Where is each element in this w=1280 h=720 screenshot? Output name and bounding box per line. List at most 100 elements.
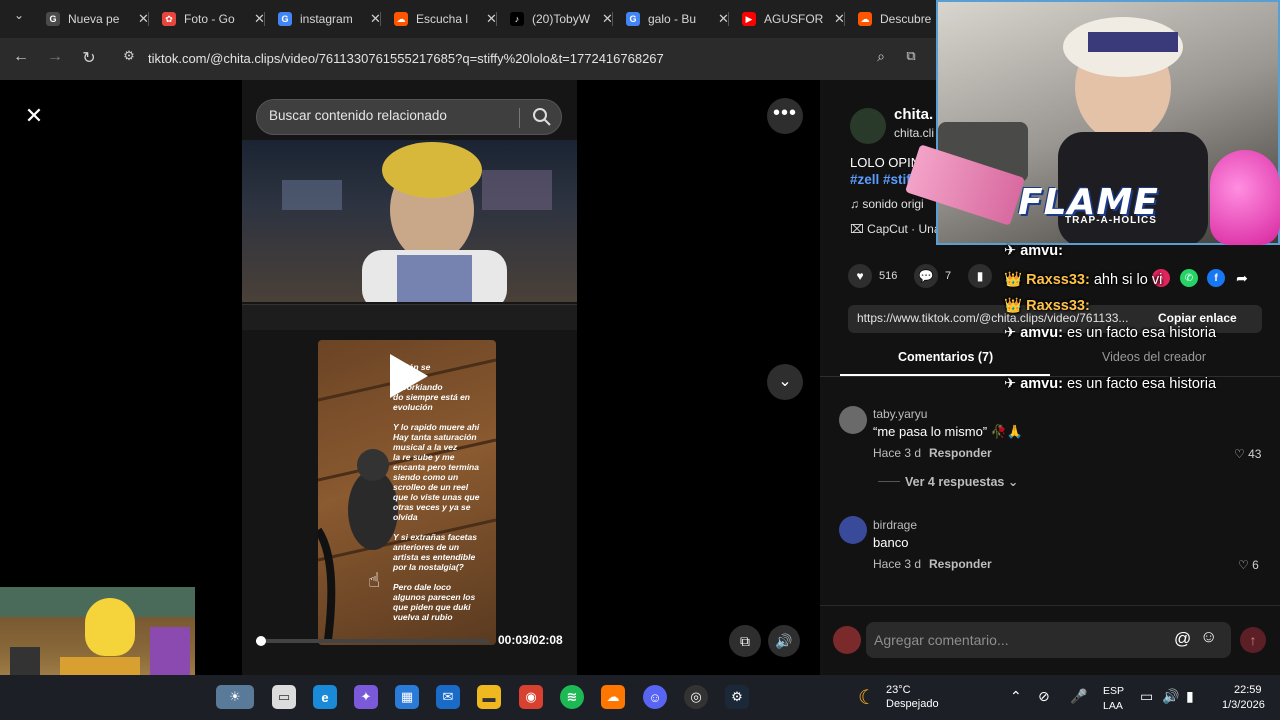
comment-like[interactable]: ♡ 43 — [1234, 447, 1261, 461]
send-comment-icon[interactable]: ↑ — [1240, 627, 1266, 653]
share-link-text[interactable]: https://www.tiktok.com/@chita.clips/vide… — [857, 311, 1137, 325]
soundcloud-icon[interactable]: ☁ — [601, 685, 625, 709]
picture-in-picture-icon[interactable]: ⧉ — [729, 625, 761, 657]
copilot-icon[interactable]: ✦ — [354, 685, 378, 709]
search-icon[interactable] — [531, 106, 553, 128]
install-app-icon[interactable]: ⧉ — [900, 48, 922, 64]
tab-creator-videos[interactable]: Videos del creador — [1102, 350, 1206, 364]
address-bar[interactable]: tiktok.com/@chita.clips/video/7611330761… — [148, 51, 664, 66]
taskbar-date[interactable]: 1/3/2026 — [1222, 699, 1265, 711]
play-button[interactable] — [390, 354, 428, 398]
user-avatar[interactable] — [833, 626, 861, 654]
reload-icon[interactable]: ↻ — [78, 48, 100, 68]
browser-tab[interactable]: G Nueva pe ✕ — [46, 6, 149, 32]
network-icon[interactable]: ⊘ — [1038, 688, 1050, 705]
mention-icon[interactable]: @ — [1174, 629, 1191, 649]
story-text-line: musical a la vez — [393, 442, 458, 452]
moon-weather-icon[interactable]: ☾ — [858, 685, 876, 710]
site-settings-icon[interactable]: ⚙ — [118, 48, 140, 64]
more-options-icon[interactable]: ••• — [767, 98, 803, 134]
author-avatar[interactable] — [850, 108, 886, 144]
heart-outline-icon[interactable]: ♡ — [1238, 558, 1249, 572]
weather-description[interactable]: Despejado — [886, 698, 939, 710]
homer-head — [85, 598, 135, 656]
heart-outline-icon[interactable]: ♡ — [1234, 447, 1245, 461]
spotify-icon[interactable]: ≋ — [560, 685, 584, 709]
outlook-icon[interactable]: ✉ — [436, 685, 460, 709]
obs-icon[interactable]: ◎ — [684, 685, 708, 709]
browser-tab[interactable]: Ggalo - Bu ✕ — [626, 6, 729, 32]
related-search-input[interactable] — [269, 108, 519, 123]
author-name[interactable]: chita. — [894, 106, 933, 123]
story-text-line: Pero dale loco — [393, 582, 452, 592]
widgets-icon[interactable]: ☀ — [216, 685, 254, 709]
comment-avatar[interactable] — [839, 406, 867, 434]
steam-icon[interactable]: ⚙ — [725, 685, 749, 709]
tab-separator — [496, 12, 497, 26]
close-icon[interactable]: ✕ — [20, 102, 48, 130]
browser-tab[interactable]: ☁ Escucha l ✕ — [394, 6, 497, 32]
comment-icon[interactable]: 💬 — [914, 264, 938, 288]
stream-webcam-clip — [242, 140, 577, 302]
comment-username[interactable]: taby.yaryu — [873, 407, 927, 421]
chat-message: ✈ amvu: es un facto esa historia — [1004, 376, 1216, 392]
forward-arrow-icon[interactable]: → — [44, 48, 66, 66]
copy-link-button[interactable]: Copiar enlace — [1158, 311, 1237, 325]
browser-tab[interactable]: ☁ Descubre ✕ — [858, 6, 961, 32]
edge-icon[interactable]: e — [313, 685, 337, 709]
display-icon[interactable]: ▭ — [1140, 688, 1153, 705]
video-hashtags[interactable]: #zell #stiff — [850, 172, 915, 187]
next-video-chevron-icon[interactable]: ⌄ — [767, 364, 803, 400]
zoom-icon[interactable]: ⌕ — [870, 48, 892, 65]
music-label[interactable]: ♫ sonido origi — [850, 197, 924, 211]
heart-icon[interactable]: ♥ — [848, 264, 872, 288]
discord-icon[interactable]: ☺ — [643, 685, 667, 709]
video-progress-bar[interactable] — [256, 636, 490, 646]
emoji-icon[interactable]: ☺ — [1200, 627, 1217, 647]
browser-tab[interactable]: Ginstagram ✕ — [278, 6, 381, 32]
volume-icon[interactable]: 🔊 — [768, 625, 800, 657]
comment-username[interactable]: birdrage — [873, 518, 917, 532]
weather-temperature[interactable]: 23°C — [886, 684, 911, 696]
taskbar-clock[interactable]: 22:59 — [1234, 684, 1262, 696]
battery-icon[interactable]: ▮ — [1186, 688, 1194, 705]
browser-tab[interactable]: ▶ AGUSFOR ✕ — [742, 6, 845, 32]
related-search-box[interactable] — [256, 99, 562, 135]
speaker-icon[interactable]: 🔊 — [1162, 688, 1179, 705]
view-replies-label[interactable]: Ver 4 respuestas — [905, 475, 1004, 489]
back-arrow-icon[interactable]: ← — [10, 48, 32, 66]
save-action[interactable]: ▮ — [968, 264, 999, 288]
keyboard-layout-indicator[interactable]: LAA — [1103, 700, 1123, 712]
tab-close-icon[interactable]: ✕ — [950, 11, 961, 27]
tab-label: Foto - Go — [184, 12, 235, 26]
comment-text: “me pasa lo mismo” 🥀🙏 — [873, 424, 1024, 439]
search-divider — [519, 108, 520, 128]
chevron-down-icon[interactable]: ⌄ — [1008, 475, 1018, 489]
comment-action[interactable]: 💬 7 — [914, 264, 951, 288]
files-icon[interactable]: ▭ — [272, 685, 296, 709]
comment-avatar[interactable] — [839, 516, 867, 544]
streamer-figure — [282, 142, 552, 302]
language-indicator[interactable]: ESP — [1103, 685, 1124, 697]
microphone-icon[interactable]: 🎤 — [1070, 688, 1087, 705]
store-icon[interactable]: ▦ — [395, 685, 419, 709]
tray-chevron-icon[interactable]: ⌃ — [1010, 688, 1022, 705]
bookmark-icon[interactable]: ▮ — [968, 264, 992, 288]
view-replies-button[interactable]: Ver 4 respuestas ⌄ — [905, 474, 1018, 489]
share-arrow-icon[interactable]: ➦ — [1233, 269, 1251, 287]
browser-tab[interactable]: ✿ Foto - Go ✕ — [162, 6, 265, 32]
browser-tab[interactable]: ♪ (20)TobyW ✕ — [510, 6, 613, 32]
comment-like[interactable]: ♡ 6 — [1238, 558, 1259, 572]
tab-comments[interactable]: Comentarios (7) — [898, 350, 993, 364]
like-action[interactable]: ♥ 516 — [848, 264, 897, 288]
author-handle[interactable]: chita.cli — [894, 126, 934, 140]
tab-list-chevron-icon[interactable]: ⌄ — [8, 8, 30, 22]
reply-button[interactable]: Responder — [929, 557, 992, 571]
video-progress-knob[interactable] — [256, 636, 266, 646]
facebook-share-icon[interactable]: f — [1207, 269, 1225, 287]
chrome-icon[interactable]: ◉ — [519, 685, 543, 709]
whatsapp-share-icon[interactable]: ✆ — [1180, 269, 1198, 287]
file-explorer-icon[interactable]: ▬ — [477, 685, 501, 709]
reply-button[interactable]: Responder — [929, 446, 992, 460]
story-text-line: artista es entendible — [393, 552, 476, 562]
